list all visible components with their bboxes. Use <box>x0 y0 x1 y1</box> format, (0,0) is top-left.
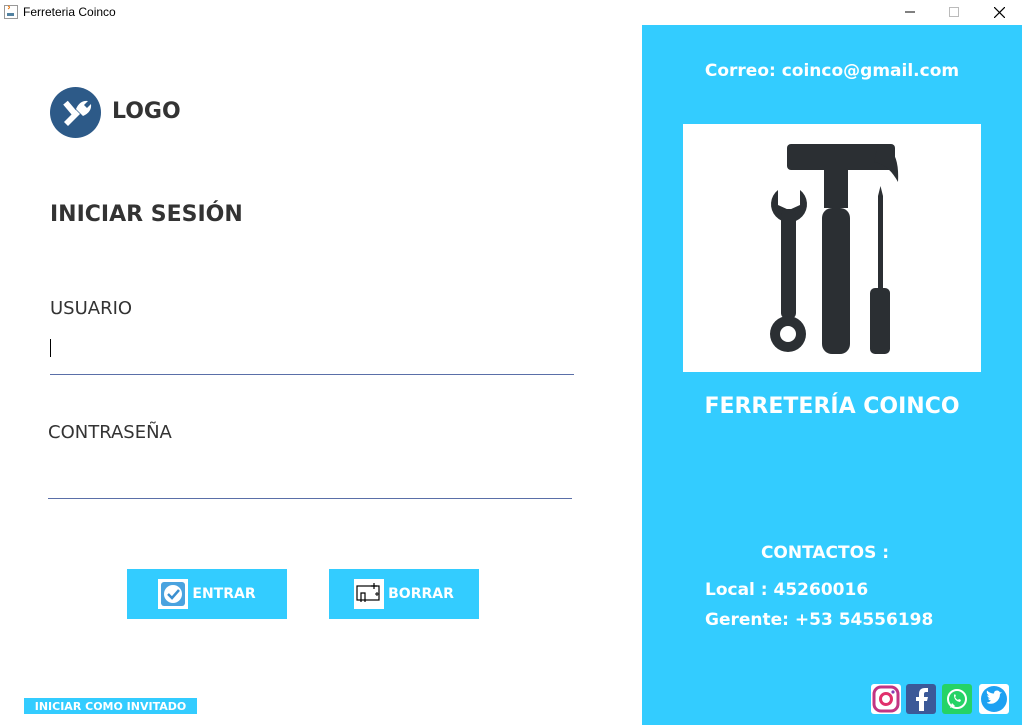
contacts-heading: CONTACTOS : <box>760 543 890 563</box>
java-app-icon <box>4 5 18 19</box>
whatsapp-icon <box>947 689 967 709</box>
clear-button-label: BORRAR <box>388 586 454 602</box>
facebook-button[interactable] <box>906 684 936 714</box>
checkmark-icon <box>158 579 189 609</box>
login-heading: INICIAR SESIÓN <box>50 202 243 227</box>
close-icon <box>993 6 1005 18</box>
instagram-icon <box>872 685 900 713</box>
clear-button[interactable]: BORRAR <box>329 569 479 619</box>
facebook-icon <box>916 688 928 711</box>
maximize-icon <box>949 7 959 17</box>
text-caret <box>50 339 51 357</box>
minimize-button[interactable] <box>887 0 933 24</box>
logo-badge <box>50 87 101 138</box>
whatsapp-button[interactable] <box>942 684 972 714</box>
logo-text: LOGO <box>112 99 181 124</box>
instagram-button[interactable] <box>871 684 901 714</box>
eraser-icon <box>354 579 385 609</box>
minimize-icon <box>905 11 915 13</box>
tools-icon <box>63 100 92 126</box>
info-panel: Correo: coinco@gmail.com FERRETERÍA COIN… <box>642 25 1022 725</box>
enter-button[interactable]: ENTRAR <box>127 569 287 619</box>
twitter-icon <box>981 686 1007 712</box>
guest-login-button[interactable]: INICIAR COMO INVITADO <box>24 698 197 714</box>
brand-name: FERRETERÍA COINCO <box>704 394 960 419</box>
password-label: CONTRASEÑA <box>48 422 172 443</box>
close-button[interactable] <box>976 0 1022 24</box>
username-input[interactable] <box>50 335 574 375</box>
contact-email: Correo: coinco@gmail.com <box>704 61 960 81</box>
enter-button-label: ENTRAR <box>192 586 256 602</box>
maximize-button[interactable] <box>931 0 977 24</box>
manager-phone: Gerente: +53 54556198 <box>705 610 934 630</box>
title-bar: Ferreteria Coinco <box>0 0 1022 24</box>
username-label: USUARIO <box>50 298 133 319</box>
window-title: Ferreteria Coinco <box>23 5 116 19</box>
password-input[interactable] <box>48 459 572 499</box>
tools-image <box>683 124 981 372</box>
twitter-button[interactable] <box>979 684 1009 714</box>
local-phone: Local : 45260016 <box>705 580 869 600</box>
hardware-tools-icon <box>770 144 899 354</box>
